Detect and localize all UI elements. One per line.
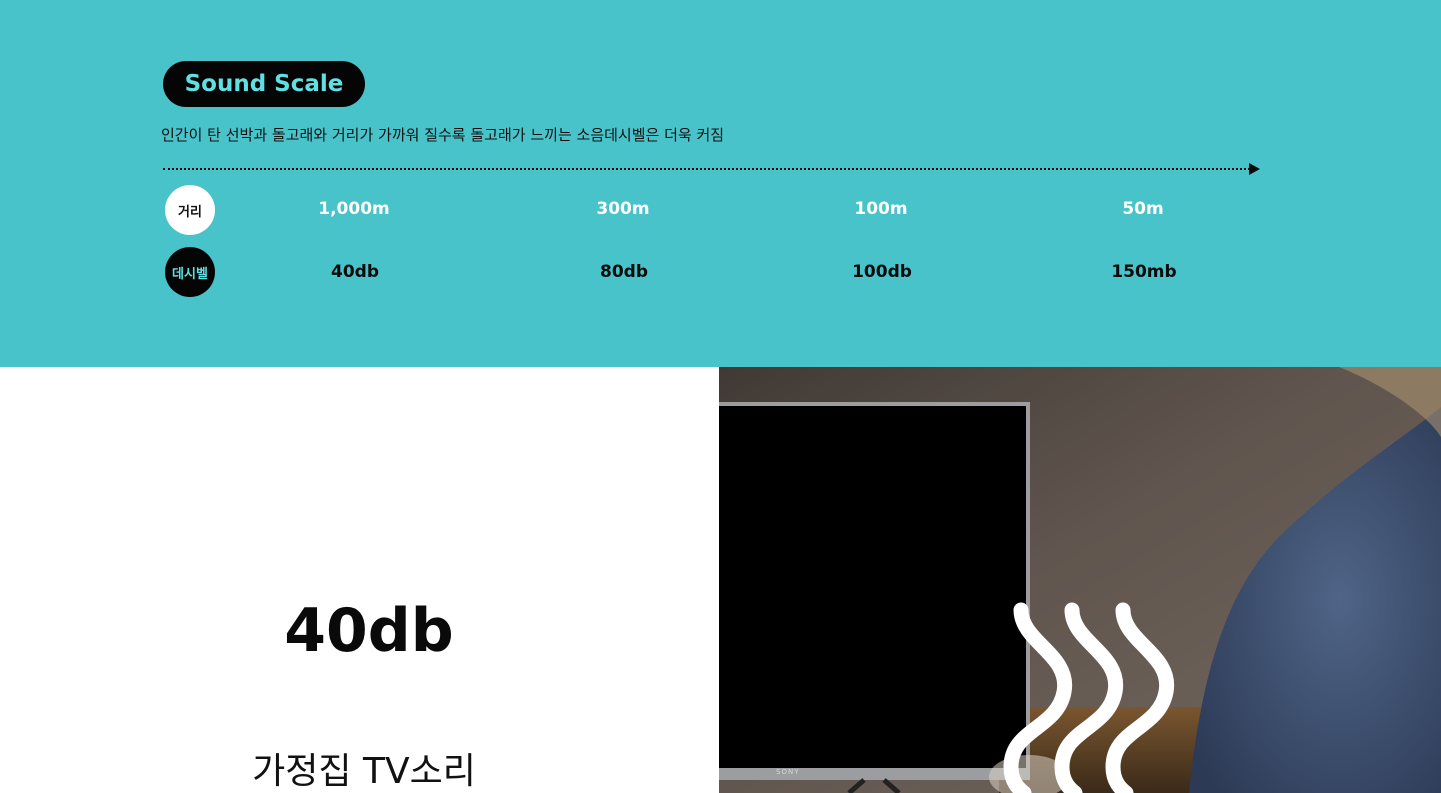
scale-dotted-line	[163, 168, 1250, 170]
distance-value: 1,000m	[318, 199, 390, 219]
feature-panel	[0, 367, 719, 793]
tv-screen	[719, 406, 1026, 768]
tv-room-illustration: SONY	[719, 367, 1441, 793]
arrow-right-icon	[1249, 163, 1260, 175]
distance-row-label: 거리	[165, 185, 215, 235]
distance-value: 50m	[1122, 199, 1164, 219]
sound-scale-badge: Sound Scale	[163, 61, 365, 107]
scale-description: 인간이 탄 선박과 돌고래와 거리가 가까워 질수록 돌고래가 느끼는 소음데시…	[161, 126, 725, 144]
tv-photo: SONY	[719, 367, 1441, 793]
feature-caption: 가정집 TV소리	[252, 751, 476, 792]
tv-brand-label: SONY	[776, 768, 799, 776]
distance-value: 100m	[854, 199, 908, 219]
distance-value: 300m	[596, 199, 650, 219]
decibel-row-label: 데시벨	[165, 247, 215, 297]
sound-scale-section: Sound Scale 인간이 탄 선박과 돌고래와 거리가 가까워 질수록 돌…	[0, 0, 1441, 367]
decibel-value: 100db	[852, 262, 912, 282]
feature-level: 40db	[284, 596, 454, 666]
decibel-value: 80db	[600, 262, 648, 282]
decibel-value: 150mb	[1111, 262, 1177, 282]
decibel-value: 40db	[331, 262, 379, 282]
